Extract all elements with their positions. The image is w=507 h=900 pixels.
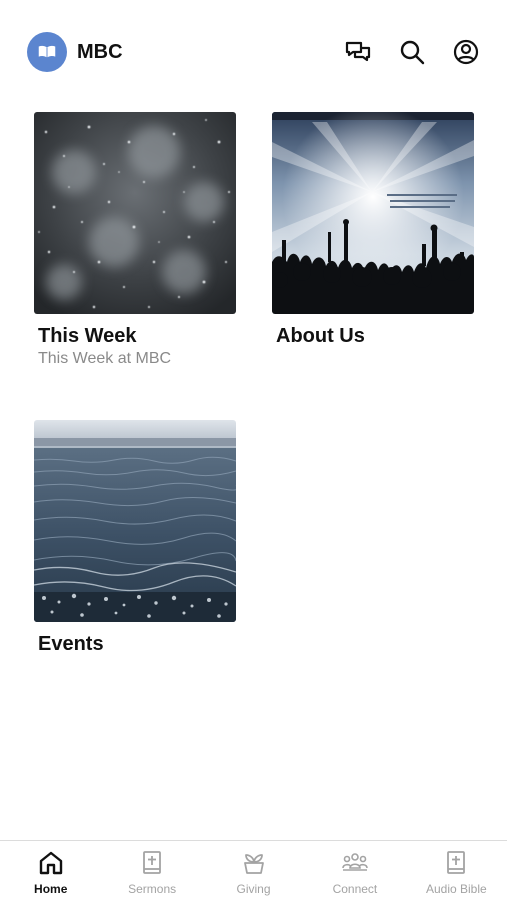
tab-label: Audio Bible bbox=[425, 882, 487, 896]
ocean-waves-image[interactable] bbox=[34, 420, 236, 622]
people-icon bbox=[342, 853, 368, 871]
tab-sermons[interactable]: Sermons bbox=[101, 841, 202, 900]
card-title: About Us bbox=[276, 325, 365, 347]
card-about-us[interactable]: About Us bbox=[272, 112, 474, 348]
tab-giving[interactable]: Giving bbox=[203, 841, 304, 900]
snowfall-image[interactable] bbox=[34, 112, 236, 314]
tab-label: Giving bbox=[236, 882, 271, 896]
bible-icon bbox=[143, 851, 162, 874]
tab-label: Connect bbox=[332, 882, 378, 896]
tab-label: Home bbox=[34, 882, 68, 896]
card-this-week[interactable]: This Week This Week at MBC bbox=[34, 112, 236, 369]
card-subtitle: This Week at MBC bbox=[38, 350, 172, 367]
card-title: Events bbox=[38, 633, 104, 655]
tab-home[interactable]: Home bbox=[0, 841, 101, 900]
app-screen: MBC This Week This Week at MBC About Us … bbox=[0, 0, 507, 900]
bottom-tab-bar: Home Sermons Giving Connect Audio Bible bbox=[0, 840, 507, 900]
card-events[interactable]: Events bbox=[34, 420, 236, 656]
messages-icon[interactable] bbox=[343, 37, 373, 67]
app-title: MBC bbox=[77, 40, 123, 63]
tab-label: Sermons bbox=[128, 882, 177, 896]
card-title: This Week bbox=[38, 325, 137, 347]
search-icon[interactable] bbox=[397, 37, 427, 67]
profile-icon[interactable] bbox=[451, 37, 481, 67]
audio-bible-icon bbox=[447, 851, 466, 874]
tab-audio-bible[interactable]: Audio Bible bbox=[406, 841, 507, 900]
worship-concert-image[interactable] bbox=[272, 112, 474, 314]
giving-icon bbox=[243, 854, 264, 874]
bible-logo-icon[interactable] bbox=[27, 32, 67, 72]
tab-connect[interactable]: Connect bbox=[304, 841, 405, 900]
top-header: MBC bbox=[0, 28, 507, 76]
home-icon bbox=[39, 851, 62, 875]
